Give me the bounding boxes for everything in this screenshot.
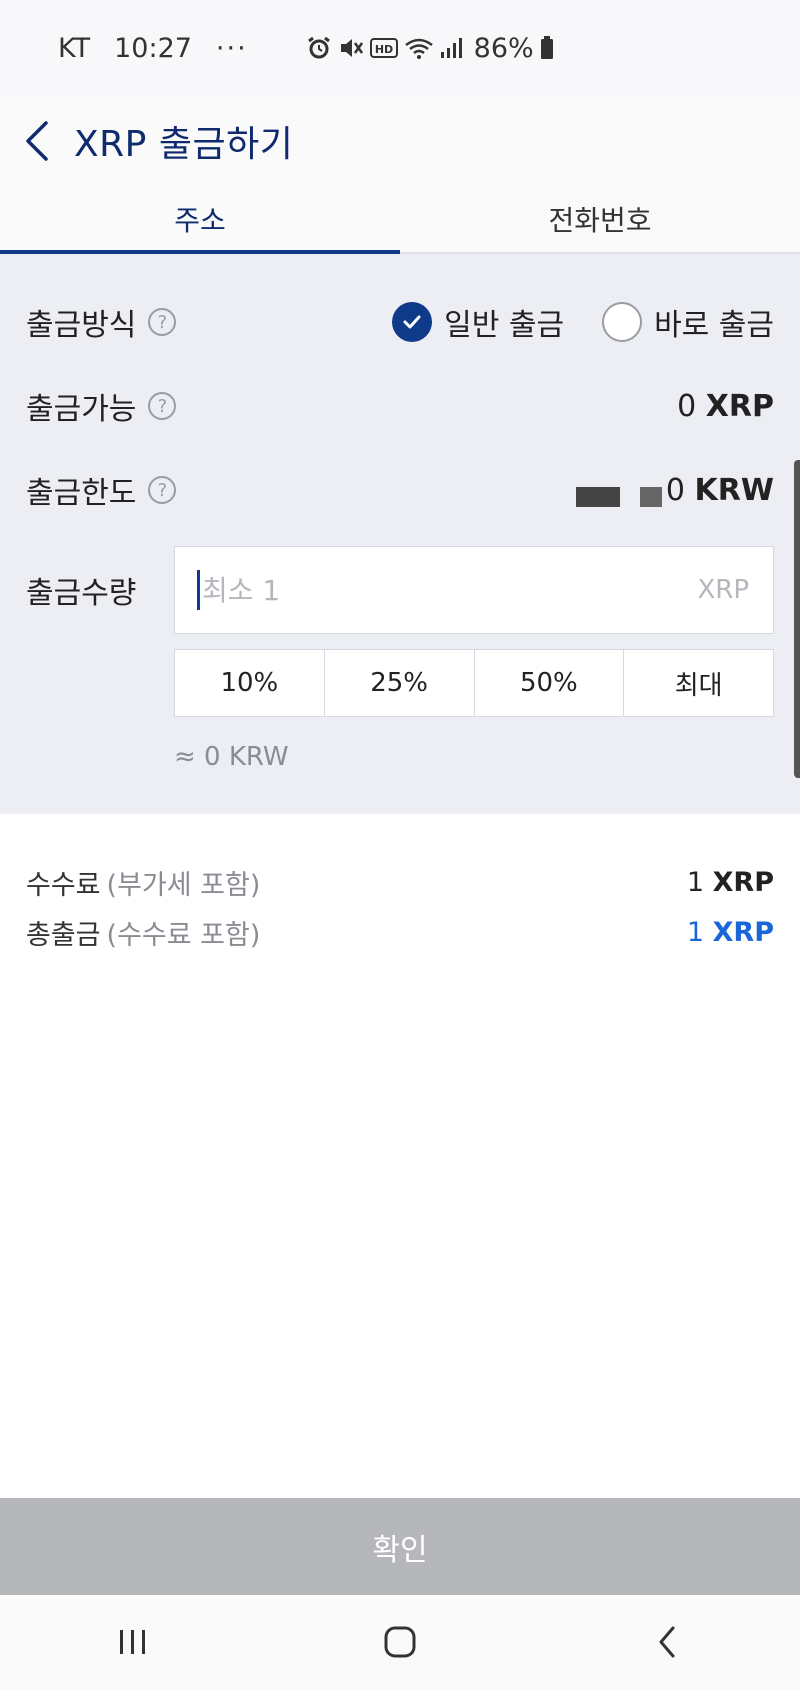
radio-instant-withdraw-label: 바로 출금 — [654, 308, 774, 343]
help-icon[interactable]: ? — [148, 476, 177, 504]
back-nav-button[interactable] — [627, 1612, 707, 1672]
title-row: XRP 출금하기 — [0, 96, 800, 186]
total-value: 1 XRP — [686, 916, 774, 948]
quick-amount-buttons: 10% 25% 50% 최대 — [174, 649, 774, 717]
tab-bar: 주소 전화번호 — [0, 186, 800, 254]
fee-value: 1 XRP — [686, 866, 774, 898]
checked-radio-icon — [392, 302, 433, 342]
back-icon — [659, 1626, 675, 1658]
amount-50-percent-button[interactable]: 50% — [475, 650, 625, 716]
text-caret — [197, 570, 200, 610]
amount-max-button[interactable]: 최대 — [624, 650, 773, 716]
status-icons: HD 86% — [306, 33, 554, 64]
total-sub-label: (수수료 포함) — [106, 919, 261, 951]
amount-25-percent-button[interactable]: 25% — [325, 650, 475, 716]
amount-label: 출금수량 — [26, 576, 137, 611]
fee-row: 수수료 (부가세 포함) 1 XRP — [26, 862, 774, 902]
more-notifications-icon: ··· — [215, 32, 248, 64]
tab-address[interactable]: 주소 — [0, 186, 400, 254]
recent-apps-button[interactable] — [93, 1612, 173, 1672]
battery-icon — [540, 36, 553, 59]
amount-input-box[interactable]: XRP — [174, 546, 774, 634]
carrier-label: KT — [58, 32, 91, 64]
radio-normal-withdraw[interactable]: 일반 출금 — [392, 300, 564, 344]
chevron-left-icon — [26, 121, 48, 161]
unchecked-radio-icon — [602, 302, 643, 342]
amount-input[interactable] — [202, 573, 698, 607]
withdraw-method-label: 출금방식 — [26, 308, 137, 343]
back-button[interactable] — [24, 116, 60, 166]
radio-normal-withdraw-label: 일반 출금 — [444, 308, 565, 343]
approx-krw-value: ≈ 0 KRW — [174, 742, 289, 772]
help-icon[interactable]: ? — [148, 308, 177, 336]
hd-icon: HD — [369, 38, 398, 58]
clock: 10:27 — [114, 32, 192, 64]
available-label: 출금가능 — [26, 392, 137, 427]
svg-text:HD: HD — [375, 43, 393, 56]
amount-10-percent-button[interactable]: 10% — [175, 650, 325, 716]
total-label: 총출금 — [26, 919, 101, 951]
radio-instant-withdraw[interactable]: 바로 출금 — [602, 300, 774, 344]
signal-icon — [440, 38, 462, 58]
available-value: 0 XRP — [677, 388, 774, 424]
status-bar: KT 10:27 ··· HD 86% — [0, 0, 800, 96]
recent-apps-icon — [120, 1630, 146, 1654]
app-header: XRP 출금하기 주소 전화번호 — [0, 96, 800, 254]
limit-value: 0 KRW — [575, 473, 774, 508]
battery-percent: 86% — [473, 32, 534, 64]
limit-label: 출금한도 — [26, 476, 137, 511]
help-icon[interactable]: ? — [148, 392, 177, 420]
fee-sub-label: (부가세 포함) — [106, 869, 261, 901]
scrollbar[interactable] — [794, 460, 800, 778]
confirm-button[interactable]: 확인 — [0, 1498, 800, 1595]
home-icon — [384, 1626, 416, 1658]
amount-unit: XRP — [697, 575, 749, 605]
system-nav-bar — [0, 1595, 800, 1689]
tab-phone-number[interactable]: 전화번호 — [400, 186, 800, 252]
redacted-block — [575, 473, 662, 507]
alarm-icon — [307, 36, 330, 59]
wifi-icon — [404, 38, 433, 59]
limit-row: 출금한도 ? 0 KRW — [26, 462, 774, 518]
fee-label: 수수료 — [26, 869, 101, 901]
available-row: 출금가능 ? 0 XRP — [26, 378, 774, 434]
mute-icon — [340, 39, 363, 57]
withdraw-method-row: 출금방식 ? 일반 출금 바로 출금 — [26, 294, 774, 350]
page-title: XRP 출금하기 — [74, 124, 294, 165]
withdraw-form-panel: 출금방식 ? 일반 출금 바로 출금 출금가능 ? 0 XRP 출금한도 ? 0… — [0, 254, 800, 814]
withdraw-method-radio-group: 일반 출금 바로 출금 — [392, 300, 774, 344]
home-button[interactable] — [360, 1612, 440, 1672]
total-row: 총출금 (수수료 포함) 1 XRP — [26, 912, 774, 952]
